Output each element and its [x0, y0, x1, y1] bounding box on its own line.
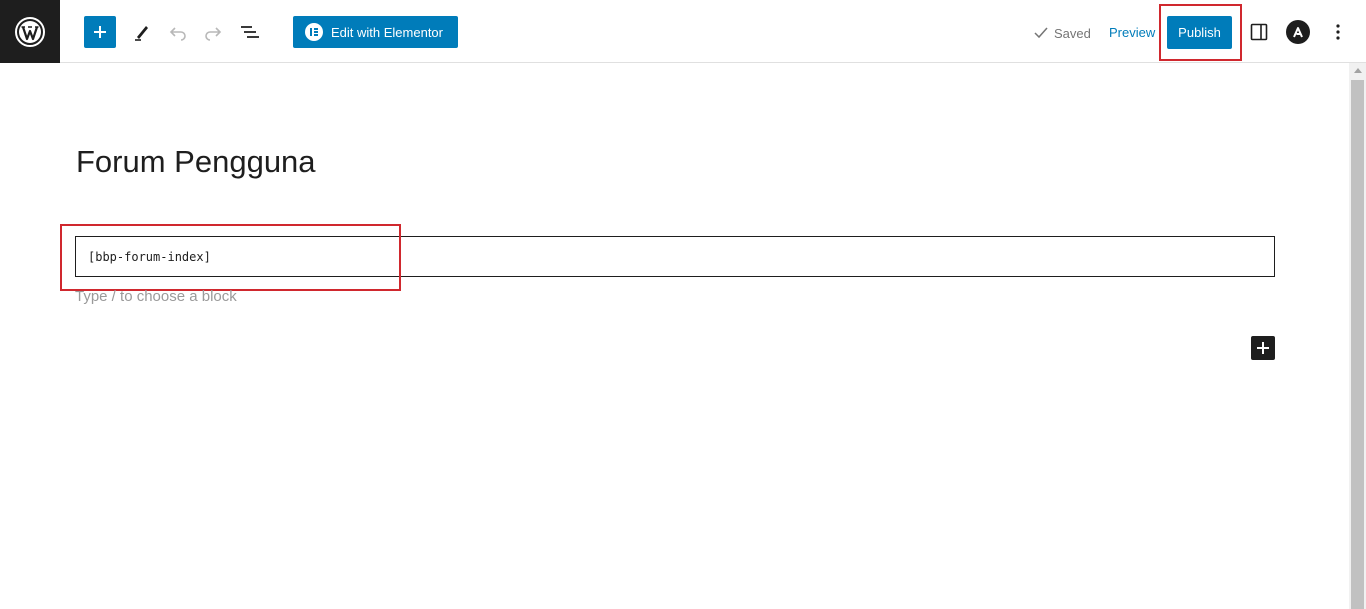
wordpress-icon — [15, 16, 45, 47]
options-button[interactable] — [1322, 16, 1354, 48]
vertical-ellipsis-icon — [1336, 24, 1340, 40]
shortcode-highlight-box — [60, 224, 401, 291]
edit-with-elementor-button[interactable]: Edit with Elementor — [293, 16, 458, 48]
redo-icon — [205, 27, 222, 41]
preview-button[interactable]: Preview — [1109, 24, 1155, 42]
publish-button[interactable]: Publish — [1167, 16, 1232, 49]
saved-label: Saved — [1054, 25, 1091, 41]
sidebar-toggle-icon — [1250, 23, 1268, 41]
saved-status: Saved — [1034, 24, 1091, 42]
checkmark-icon — [1034, 27, 1048, 39]
settings-button[interactable] — [1243, 16, 1275, 48]
plus-icon — [1257, 342, 1269, 354]
astra-icon — [1286, 20, 1310, 44]
redo-button[interactable] — [197, 16, 229, 48]
wordpress-logo-button[interactable] — [0, 0, 60, 63]
editor-header: Edit with Elementor Saved Preview Publis… — [0, 0, 1366, 63]
list-view-icon — [241, 26, 259, 38]
elementor-icon — [305, 23, 323, 41]
editor-scrollbar[interactable] — [1349, 63, 1366, 609]
pen-icon — [135, 26, 148, 41]
block-placeholder[interactable]: Type / to choose a block — [75, 288, 237, 306]
edit-with-elementor-label: Edit with Elementor — [331, 24, 443, 40]
add-block-button[interactable] — [84, 16, 116, 48]
scroll-up-arrow-icon[interactable] — [1349, 67, 1366, 77]
scrollbar-thumb[interactable] — [1351, 80, 1364, 609]
astra-settings-button[interactable] — [1282, 16, 1314, 48]
tools-button[interactable] — [126, 16, 158, 48]
document-overview-button[interactable] — [234, 16, 266, 48]
page-title[interactable]: Forum Pengguna — [76, 143, 316, 181]
plus-icon — [94, 26, 106, 38]
undo-icon — [169, 27, 186, 41]
inline-add-block-button[interactable] — [1251, 336, 1275, 360]
undo-button[interactable] — [162, 16, 194, 48]
